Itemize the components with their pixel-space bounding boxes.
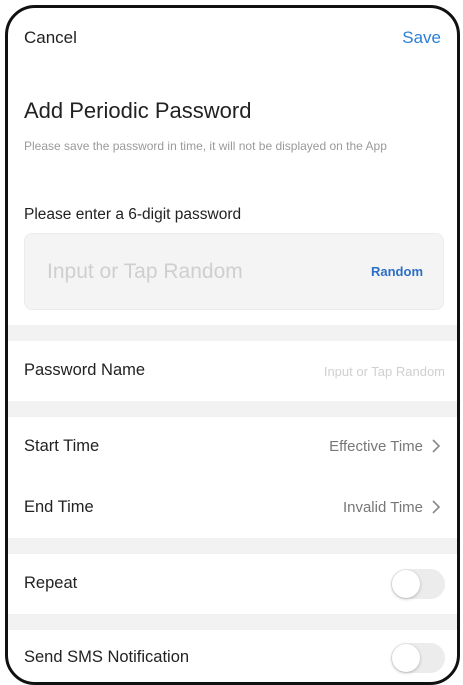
chevron-right-icon: [432, 500, 441, 514]
section-divider: [8, 325, 457, 341]
save-button[interactable]: Save: [402, 28, 441, 48]
start-time-value: Effective Time: [329, 438, 423, 455]
sms-notification-toggle[interactable]: [391, 643, 445, 673]
cancel-button[interactable]: Cancel: [24, 28, 77, 48]
password-prompt: Please enter a 6-digit password: [24, 206, 242, 223]
repeat-row: Repeat: [8, 554, 457, 614]
section-divider: [8, 401, 457, 417]
toggle-knob: [392, 570, 420, 598]
password-input[interactable]: [47, 257, 347, 287]
start-time-row[interactable]: Start Time Effective Time: [8, 417, 457, 477]
password-name-input[interactable]: [225, 361, 445, 381]
repeat-toggle[interactable]: [391, 569, 445, 599]
sms-notification-row: Send SMS Notification: [8, 628, 457, 682]
phone-frame: Cancel Save Add Periodic Password Please…: [5, 5, 460, 685]
page-subtitle: Please save the password in time, it wil…: [24, 139, 387, 153]
chevron-right-icon: [432, 439, 441, 453]
start-time-label: Start Time: [24, 437, 100, 455]
repeat-label: Repeat: [24, 574, 78, 592]
end-time-label: End Time: [24, 498, 94, 516]
password-name-row[interactable]: Password Name: [8, 341, 457, 401]
end-time-value: Invalid Time: [342, 499, 423, 516]
page-title: Add Periodic Password: [24, 98, 252, 123]
password-input-box: Random: [24, 233, 444, 310]
password-name-label: Password Name: [24, 361, 146, 379]
section-divider: [8, 538, 457, 554]
end-time-row[interactable]: End Time Invalid Time: [8, 478, 457, 538]
top-bar: Cancel Save: [24, 28, 441, 52]
toggle-knob: [392, 644, 420, 672]
sms-notification-label: Send SMS Notification: [24, 648, 190, 666]
random-button[interactable]: Random: [371, 264, 423, 279]
